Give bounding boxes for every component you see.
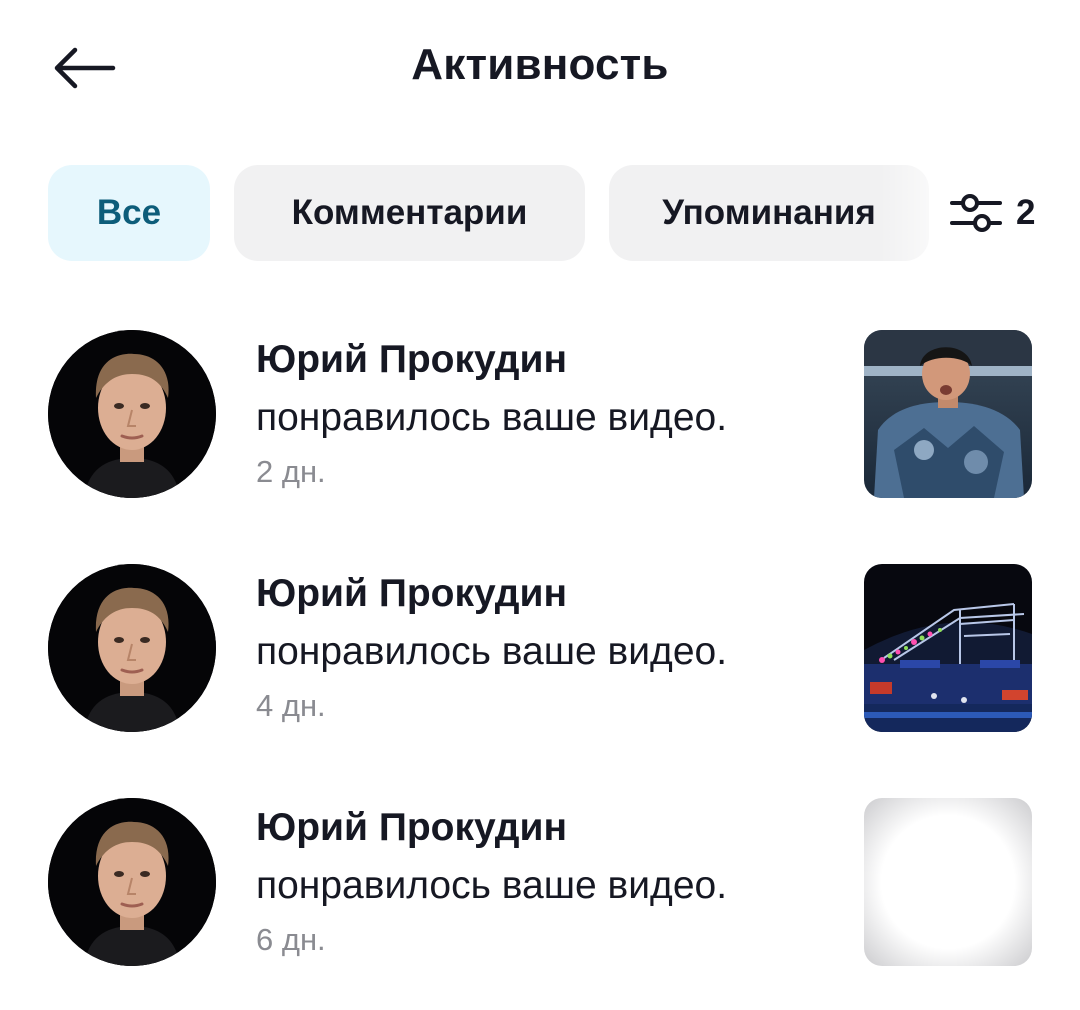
notification-username[interactable]: Юрий Прокудин xyxy=(256,338,567,382)
video-thumbnail[interactable] xyxy=(864,798,1032,966)
filter-chip-comments[interactable]: Комментарии xyxy=(234,165,585,261)
notification-item[interactable]: Юрий Прокудин понравилось ваше видео. 4 … xyxy=(0,534,1080,768)
avatar[interactable] xyxy=(48,564,216,732)
notification-text: понравилось ваше видео. xyxy=(256,630,728,673)
notification-time: 4 дн. xyxy=(256,688,326,723)
video-thumbnail[interactable] xyxy=(864,564,1032,732)
filter-chip-mentions[interactable]: Упоминания xyxy=(609,165,929,261)
notification-time: 2 дн. xyxy=(256,454,326,489)
notification-text: понравилось ваше видео. xyxy=(256,864,728,907)
notification-item[interactable]: Юрий Прокудин понравилось ваше видео. 6 … xyxy=(0,768,1080,1002)
avatar[interactable] xyxy=(48,798,216,966)
notification-text: понравилось ваше видео. xyxy=(256,396,728,439)
filter-chip-all[interactable]: Все xyxy=(48,165,210,261)
top-bar: Активность xyxy=(0,0,1080,135)
filter-bar: Все Комментарии Упоминания 2 xyxy=(48,165,1058,261)
notification-item[interactable]: Юрий Прокудин понравилось ваше видео. 2 … xyxy=(0,300,1080,534)
active-filter-count: 2 xyxy=(1016,193,1036,232)
page-title: Активность xyxy=(411,40,669,89)
sliders-icon xyxy=(950,194,1002,232)
filter-settings-button[interactable]: 2 xyxy=(948,179,1048,247)
notification-username[interactable]: Юрий Прокудин xyxy=(256,572,567,616)
notification-time: 6 дн. xyxy=(256,922,326,957)
notification-username[interactable]: Юрий Прокудин xyxy=(256,806,567,850)
avatar[interactable] xyxy=(48,330,216,498)
video-thumbnail[interactable] xyxy=(864,330,1032,498)
